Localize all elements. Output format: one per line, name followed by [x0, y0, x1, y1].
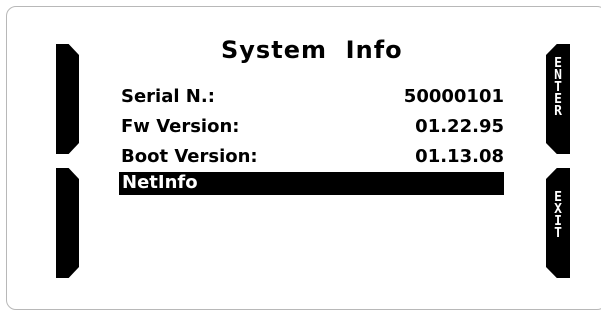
fw-version-label: Fw Version: — [121, 116, 240, 137]
info-row-serial: Serial N.: 50000101 — [121, 86, 504, 110]
enter-button-label: E N T E R — [546, 57, 570, 119]
page-title: System Info — [221, 36, 403, 64]
exit-button[interactable]: E X I T — [546, 168, 570, 278]
info-row-fw-version: Fw Version: 01.22.95 — [121, 116, 504, 140]
serial-label: Serial N.: — [121, 86, 215, 107]
boot-version-value: 01.13.08 — [415, 146, 504, 167]
fw-version-value: 01.22.95 — [415, 116, 504, 137]
boot-version-label: Boot Version: — [121, 146, 258, 167]
serial-value: 50000101 — [403, 86, 504, 107]
enter-letter: R — [554, 104, 562, 119]
left-top-softkey[interactable] — [56, 44, 79, 154]
left-bottom-softkey[interactable] — [56, 168, 79, 278]
exit-button-label: E X I T — [546, 191, 570, 241]
exit-letter: T — [554, 226, 562, 241]
menu-item-netinfo[interactable]: NetInfo — [119, 172, 504, 195]
enter-button[interactable]: E N T E R — [546, 44, 570, 154]
info-row-boot-version: Boot Version: 01.13.08 — [121, 146, 504, 170]
